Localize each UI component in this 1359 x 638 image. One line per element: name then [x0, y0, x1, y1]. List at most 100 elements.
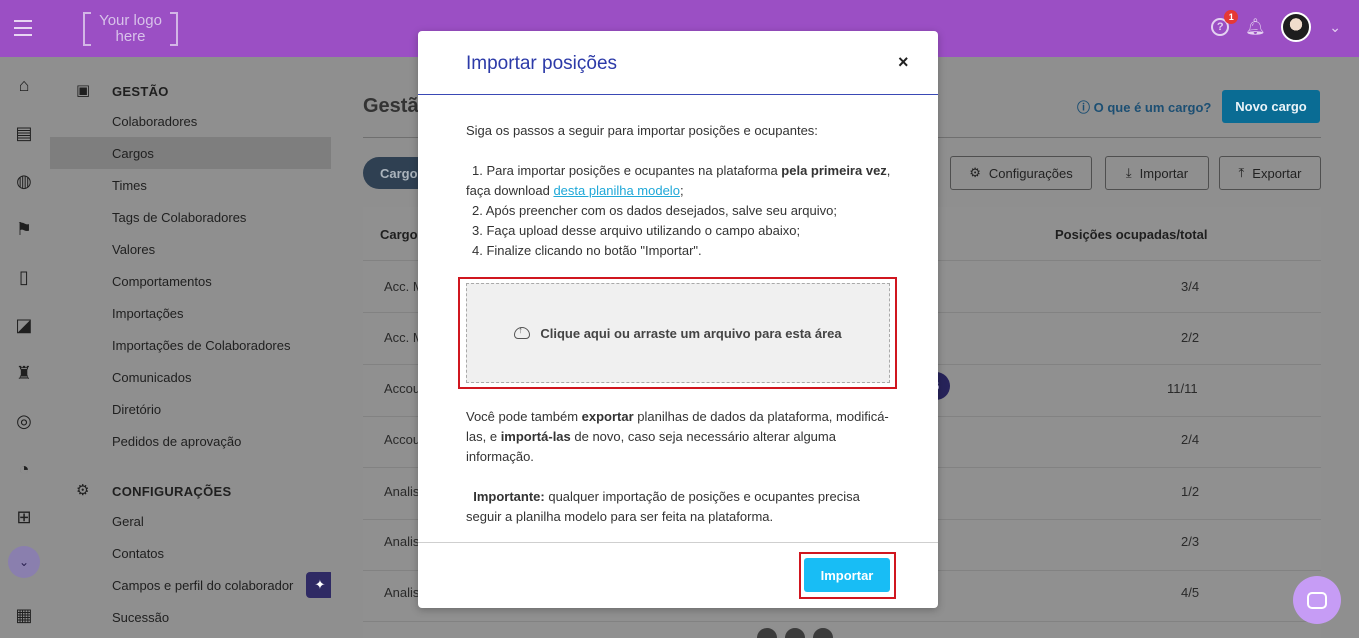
export-note: Você pode também exportar planilhas de d…	[466, 407, 896, 467]
avatar[interactable]	[1281, 12, 1312, 42]
sidebar-item-campos-perfil[interactable]: Campos e perfil do colaborador	[112, 578, 293, 593]
target-icon[interactable]: ◎	[12, 409, 36, 433]
id-card-icon: ▣	[76, 82, 91, 99]
modal-notes: Você pode também exportar planilhas de d…	[466, 407, 896, 527]
sidebar-item-sucessao[interactable]: Sucessão	[112, 610, 169, 625]
modal-footer-divider	[418, 542, 938, 543]
sidebar-item-pedidos[interactable]: Pedidos de aprovação	[112, 434, 241, 449]
sidebar-item-comportamentos[interactable]: Comportamentos	[112, 274, 212, 289]
export-toolbar-button[interactable]: ⤒ Exportar	[1219, 156, 1321, 190]
modal-header: Importar posições ×	[418, 31, 938, 95]
export-toolbar-label: Exportar	[1252, 165, 1302, 181]
step-4: 4. Finalize clicando no botão "Importar"…	[472, 243, 702, 258]
sidebar: ▣ GESTÃO Colaboradores Cargos Times Tags…	[50, 57, 334, 638]
template-download-link[interactable]: desta planilha modelo	[553, 183, 679, 198]
upload-icon: ⤒	[1238, 165, 1245, 180]
row-divider	[363, 621, 1321, 622]
sidebar-item-cargos[interactable]: Cargos	[112, 146, 154, 161]
important-label: Importante:	[473, 489, 545, 504]
import-positions-modal: Importar posições × Siga os passos a seg…	[418, 31, 938, 608]
column-header-cargo: Cargo	[380, 227, 418, 242]
file-dropzone[interactable]: Clique aqui ou arraste um arquivo para e…	[466, 283, 890, 383]
what-is-cargo-label: O que é um cargo?	[1093, 100, 1212, 115]
sidebar-item-comunicados[interactable]: Comunicados	[112, 370, 192, 385]
home-icon[interactable]: ⌂	[12, 73, 36, 97]
top-right-actions: ? 1 🔔︎ ⌄	[1211, 10, 1341, 42]
menu-icon[interactable]	[14, 20, 32, 36]
chat-icon	[1307, 591, 1327, 609]
award-icon[interactable]: ♜	[12, 361, 36, 385]
logo-line-2: here	[115, 28, 146, 45]
help-icon[interactable]: ? 1	[1211, 10, 1239, 36]
table-row-name[interactable]: Analis	[384, 585, 419, 600]
avatar	[811, 626, 835, 638]
import-toolbar-label: Importar	[1139, 165, 1189, 181]
palette-icon[interactable]: ◍	[12, 169, 36, 193]
org-chart-icon[interactable]: ⊞	[12, 505, 36, 529]
modal-instructions: Siga os passos a seguir para importar po…	[466, 121, 896, 261]
table-row-value: 11/11	[1167, 381, 1198, 396]
gauge-icon[interactable]: ◔	[12, 457, 36, 481]
sidebar-item-importacoes[interactable]: Importações	[112, 306, 184, 321]
table-row-name[interactable]: Accou	[384, 381, 420, 396]
settings-button-label: Configurações	[988, 165, 1073, 181]
table-row-value: 2/4	[1181, 432, 1200, 447]
avatar-group	[755, 626, 835, 638]
sidebar-active-highlight	[50, 137, 331, 169]
export-note-b: exportar	[581, 409, 634, 424]
table-row-name[interactable]: Accou	[384, 432, 420, 447]
sidebar-item-times[interactable]: Times	[112, 178, 147, 193]
table-row-value: 4/5	[1181, 585, 1200, 600]
column-header-positions: Posições ocupadas/total	[1055, 227, 1208, 242]
bell-icon[interactable]: 🔔︎	[1245, 18, 1265, 36]
sidebar-item-geral[interactable]: Geral	[112, 514, 144, 529]
download-icon: ⤓	[1125, 165, 1132, 180]
sidebar-item-diretorio[interactable]: Diretório	[112, 402, 161, 417]
step-1-end: ;	[679, 183, 684, 198]
building-icon[interactable]: ▦	[12, 603, 36, 627]
export-note-d: importá-las	[500, 429, 571, 444]
cloud-upload-icon	[514, 325, 531, 339]
sparkle-icon[interactable]: ✦	[306, 572, 334, 598]
close-icon[interactable]: ×	[898, 52, 909, 73]
step-3: 3. Faça upload desse arquivo utilizando …	[472, 223, 801, 238]
sidebar-section-gestao: GESTÃO	[112, 84, 169, 99]
what-is-cargo-link[interactable]: ⓘ O que é um cargo?	[1077, 97, 1211, 116]
table-row-value: 2/3	[1181, 534, 1200, 549]
sidebar-item-tags[interactable]: Tags de Colaboradores	[112, 210, 246, 225]
chat-button[interactable]	[1293, 576, 1341, 624]
new-cargo-button[interactable]: Novo cargo	[1222, 90, 1320, 123]
table-row-value: 1/2	[1181, 484, 1200, 499]
step-1-comma: ,	[886, 163, 891, 178]
step-1: 1. Para importar posições e ocupantes na…	[466, 161, 896, 181]
clipboard-icon[interactable]: ▯	[12, 265, 36, 289]
table-row-name[interactable]: Analis	[384, 484, 419, 499]
step-2: 2. Após preencher com os dados desejados…	[472, 203, 837, 218]
import-toolbar-button[interactable]: ⤓ Importar	[1105, 156, 1209, 190]
gear-icon: ⚙	[76, 482, 90, 499]
expand-chevron-icon[interactable]: ⌄	[8, 546, 40, 578]
sidebar-item-contatos[interactable]: Contatos	[112, 546, 164, 561]
sidebar-item-colaboradores[interactable]: Colaboradores	[112, 114, 197, 129]
chat-icon[interactable]: ▤	[12, 121, 36, 145]
sidebar-section-config: CONFIGURAÇÕES	[112, 484, 232, 499]
chart-icon[interactable]: ◪	[12, 313, 36, 337]
table-row-value: 3/4	[1181, 279, 1200, 294]
import-submit-button[interactable]: Importar	[804, 558, 890, 592]
settings-button[interactable]: ⚙ Configurações	[950, 156, 1092, 190]
avatar	[783, 626, 807, 638]
logo: Your logo here	[83, 12, 178, 46]
avatar	[755, 626, 779, 638]
export-note-a: Você pode também	[466, 409, 582, 424]
chevron-down-icon[interactable]: ⌄	[1329, 19, 1341, 36]
table-row-name[interactable]: Analis	[384, 534, 419, 549]
intro-text: Siga os passos a seguir para importar po…	[466, 123, 818, 138]
dropzone-label: Clique aqui ou arraste um arquivo para e…	[540, 325, 842, 341]
important-note: Importante: qualquer importação de posiç…	[466, 487, 896, 527]
page-title: Gestã	[363, 95, 419, 117]
flag-icon[interactable]: ⚑	[12, 217, 36, 241]
logo-line-1: Your logo	[99, 12, 162, 29]
table-row-value: 2/2	[1181, 330, 1200, 345]
sidebar-item-valores[interactable]: Valores	[112, 242, 155, 257]
sidebar-item-importacoes-colaboradores[interactable]: Importações de Colaboradores	[112, 338, 291, 353]
